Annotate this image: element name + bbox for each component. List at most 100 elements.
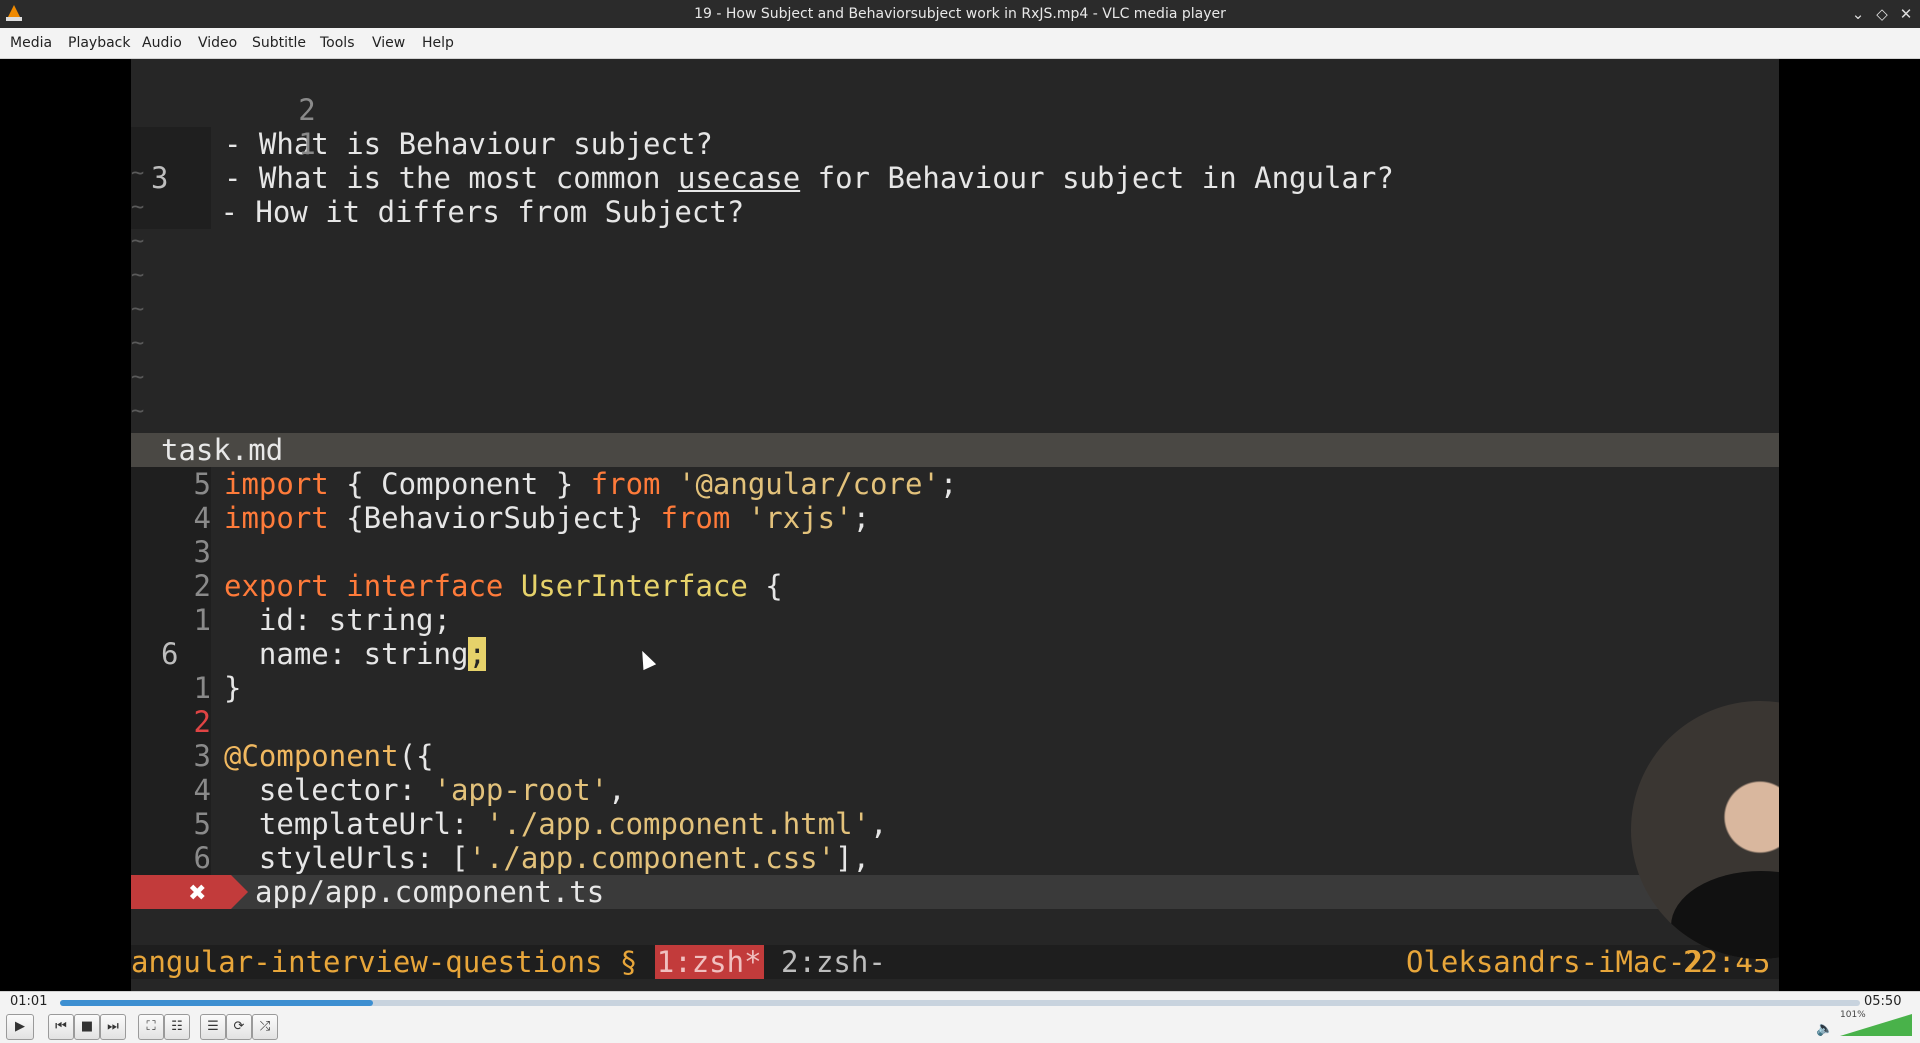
- menu-view[interactable]: View: [372, 35, 405, 51]
- restore-icon[interactable]: ◇: [1872, 4, 1892, 24]
- status-filename: task.md: [161, 433, 284, 467]
- code-token: UserInterface: [520, 569, 748, 603]
- code-token: templateUrl:: [224, 807, 486, 841]
- terminal-frame: 2 - What is Behaviour subject? 1 - What …: [131, 59, 1779, 991]
- menu-media[interactable]: Media: [10, 35, 52, 51]
- empty-line-tilde: ~: [131, 195, 145, 220]
- menu-subtitle[interactable]: Subtitle: [252, 35, 306, 51]
- line-number: 2: [298, 93, 316, 127]
- volume-slider[interactable]: 101%: [1840, 1010, 1912, 1036]
- line-number: 2: [193, 705, 211, 739]
- previous-button[interactable]: ⏮: [48, 1014, 74, 1040]
- code-token: ;: [852, 501, 871, 535]
- loop-icon: ⟳: [233, 1019, 245, 1034]
- text-cursor: ;: [468, 637, 486, 671]
- code-token: 'rxjs': [747, 501, 853, 535]
- line-number: 1: [298, 127, 316, 161]
- code-token: 'app-root': [433, 773, 609, 807]
- pane-status-bar: task.md: [131, 433, 1779, 467]
- code-text: templateUrl: './app.component.html',: [224, 807, 888, 841]
- line-number: 1: [193, 671, 211, 705]
- md-line: 1 - What is the most common usecase for …: [131, 93, 1394, 195]
- fullscreen-button[interactable]: ⛶: [138, 1014, 164, 1040]
- stop-button[interactable]: ■: [74, 1014, 100, 1040]
- play-icon: ▶: [15, 1019, 25, 1034]
- fullscreen-icon: ⛶: [146, 1019, 156, 1034]
- code-token: '@angular/core': [677, 467, 940, 501]
- minimize-icon[interactable]: ⌄: [1848, 4, 1868, 24]
- menu-video[interactable]: Video: [198, 35, 237, 51]
- code-token: {BehaviorSubject}: [328, 501, 661, 535]
- code-text: name: string;: [224, 637, 486, 671]
- menu-bar: Media Playback Audio Video Subtitle Tool…: [0, 28, 1920, 59]
- empty-line-tilde: ~: [131, 399, 145, 424]
- code-token: ,: [870, 807, 888, 841]
- md-text: for Behaviour subject in Angular?: [800, 161, 1394, 195]
- code-token: { Component }: [328, 467, 591, 501]
- close-icon[interactable]: ✕: [1896, 4, 1916, 24]
- empty-line-tilde: ~: [131, 263, 145, 288]
- speaker-icon[interactable]: 🔈: [1816, 1021, 1833, 1037]
- code-token: @Component: [224, 739, 399, 773]
- seek-slider[interactable]: [60, 1000, 1860, 1006]
- error-status-bar: ✖ app/app.component.ts t]: [131, 875, 1779, 909]
- code-text: styleUrls: ['./app.component.css'],: [224, 841, 870, 875]
- code-token: export: [224, 569, 329, 603]
- empty-line-tilde: ~: [131, 229, 145, 254]
- code-token: import: [224, 501, 329, 535]
- loop-button[interactable]: ⟳: [226, 1014, 252, 1040]
- code-token: interface: [346, 569, 504, 603]
- total-time: 05:50: [1864, 994, 1902, 1009]
- play-button[interactable]: ▶: [6, 1014, 34, 1040]
- md-text: - What is the most common: [224, 161, 678, 195]
- menu-help[interactable]: Help: [422, 35, 454, 51]
- code-token: ;: [939, 467, 958, 501]
- next-button[interactable]: ⏭: [100, 1014, 126, 1040]
- line-number: 4: [193, 773, 211, 807]
- empty-line-tilde: ~: [131, 365, 145, 390]
- menu-audio[interactable]: Audio: [142, 35, 182, 51]
- next-icon: ⏭: [107, 1019, 119, 1034]
- empty-line-tilde: ~: [131, 161, 145, 186]
- code-token: id: string;: [224, 603, 451, 637]
- code-text: @Component({: [224, 739, 434, 773]
- equalizer-icon: ☷: [171, 1019, 183, 1034]
- code-token: name: string: [224, 637, 469, 671]
- line-number: 3: [193, 739, 211, 773]
- code-token: from: [590, 467, 661, 501]
- webcam-overlay: [1631, 701, 1779, 959]
- code-token: }: [224, 671, 242, 705]
- playlist-button[interactable]: ☰: [200, 1014, 226, 1040]
- code-token: {: [747, 569, 783, 603]
- empty-line-tilde: ~: [131, 297, 145, 322]
- mouse-cursor-icon: [635, 647, 657, 671]
- line-number: 6: [193, 841, 211, 875]
- code-token: './app.component.html': [485, 807, 871, 841]
- code-text: import {BehaviorSubject} from 'rxjs';: [224, 501, 870, 535]
- code-text: id: string;: [224, 603, 451, 637]
- line-number: 3: [151, 161, 169, 195]
- line-number: 1: [193, 603, 211, 637]
- code-text: export interface UserInterface {: [224, 569, 783, 603]
- code-token: ({: [398, 739, 434, 773]
- video-area[interactable]: 2 - What is Behaviour subject? 1 - What …: [0, 59, 1920, 991]
- shuffle-button[interactable]: ⤮: [252, 1014, 278, 1040]
- tmux-window-1: 1:zsh*: [654, 945, 764, 979]
- previous-icon: ⏮: [55, 1019, 67, 1034]
- controls-bar: 01:01 05:50 ▶ ⏮ ■ ⏭ ⛶ ☷ ☰ ⟳ ⤮ 🔈 101%: [0, 991, 1920, 1043]
- md-line-current: 3 - How it differs from Subject?: [131, 127, 744, 229]
- extended-settings-button[interactable]: ☷: [164, 1014, 190, 1040]
- tmux-status-bar: angular-interview-questions § 1:zsh* 2:z…: [131, 945, 1779, 979]
- elapsed-time: 01:01: [10, 994, 48, 1009]
- menu-playback[interactable]: Playback: [68, 35, 130, 51]
- menu-tools[interactable]: Tools: [320, 35, 355, 51]
- error-icon: ✖: [189, 875, 207, 909]
- tmux-host: Oleksandrs-iMac-2: [1406, 945, 1703, 979]
- stop-icon: ■: [80, 1019, 94, 1034]
- title-bar: 19 - How Subject and Behaviorsubject wor…: [0, 0, 1920, 28]
- line-number: 3: [193, 535, 211, 569]
